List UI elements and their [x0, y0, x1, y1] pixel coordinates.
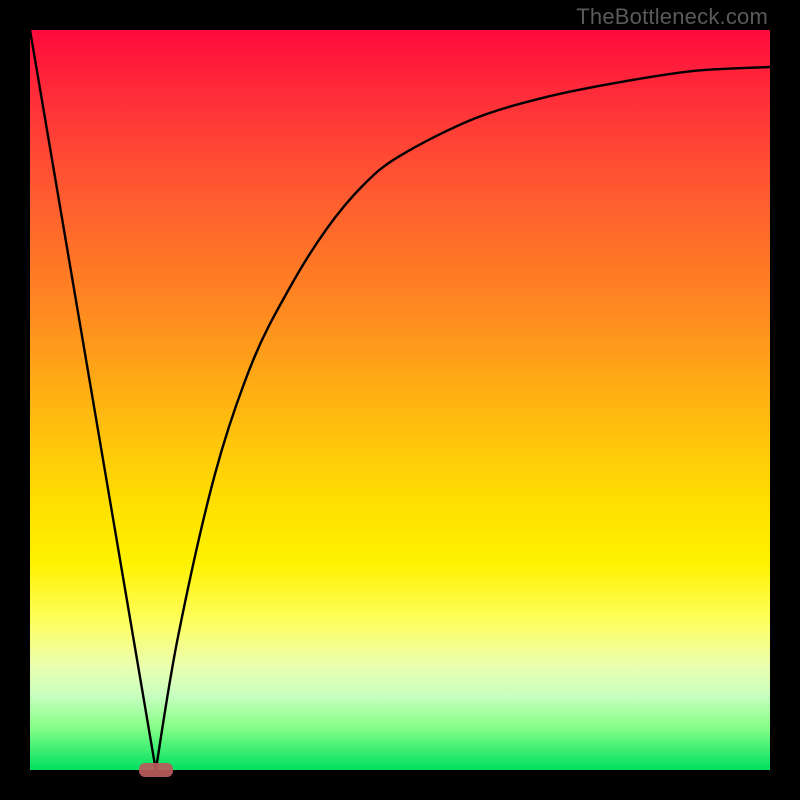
vertex-marker	[139, 763, 173, 777]
right-saturating-segment	[156, 67, 770, 770]
watermark-text: TheBottleneck.com	[576, 4, 768, 30]
plot-area	[30, 30, 770, 770]
curve-layer	[30, 30, 770, 770]
chart-frame: TheBottleneck.com	[0, 0, 800, 800]
left-linear-segment	[30, 30, 156, 770]
